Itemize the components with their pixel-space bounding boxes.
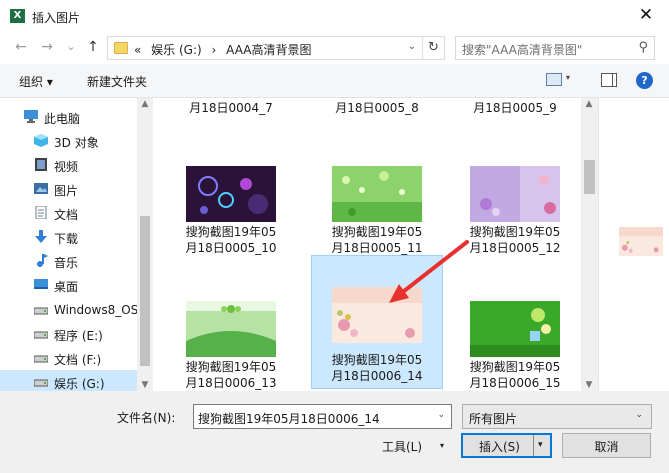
desktop-icon (34, 278, 48, 291)
sidebar-item[interactable]: 文档 (0, 201, 137, 225)
sidebar-item-label: 此电脑 (44, 112, 81, 126)
sidebar-item[interactable]: 桌面 (0, 273, 137, 297)
title-bar: X 插入图片 ✕ (0, 0, 669, 31)
search-icon: ⚲ (638, 40, 648, 55)
search-placeholder: 搜索"AAA高清背景图" (462, 43, 583, 57)
dialog-footer: 文件名(N): 搜狗截图19年05月18日0006_14 ⌄ 所有图片 ⌄ 工具… (0, 391, 669, 473)
cancel-button[interactable]: 取消 (562, 433, 651, 458)
address-dropdown-icon[interactable]: ⌄ (408, 41, 416, 52)
sidebar-item-label: 下载 (54, 232, 79, 246)
chevron-down-icon: ⌄ (66, 40, 76, 53)
back-arrow-icon: ← (15, 39, 27, 55)
up-button[interactable]: ↑ (84, 37, 102, 57)
sidebar-item-label: 桌面 (54, 280, 79, 294)
computer-icon (24, 110, 38, 123)
help-icon[interactable]: ? (636, 72, 653, 89)
up-arrow-icon: ↑ (87, 39, 99, 55)
file-type-value: 所有图片 (469, 412, 518, 426)
organize-button[interactable]: 组织 ▾ (19, 73, 53, 90)
breadcrumb: « 娱乐 (G:) › AAA高清背景图 (134, 41, 317, 58)
drive-icon (33, 351, 49, 364)
insert-button[interactable]: 插入(S) ▾ (461, 433, 552, 458)
chevron-down-icon: ⌄ (635, 410, 643, 420)
tools-dropdown-icon[interactable]: ▾ (440, 441, 444, 450)
scroll-down-icon[interactable]: ▼ (581, 380, 597, 390)
preview-pane (598, 98, 669, 391)
sidebar-item[interactable]: 视频 (0, 153, 137, 177)
drive-icon (33, 375, 49, 388)
drive-icon (33, 303, 49, 316)
cube-3d-icon (34, 134, 48, 147)
file-list-scroll-thumb[interactable] (584, 160, 595, 194)
sidebar-item[interactable]: 娱乐 (G:) (0, 370, 137, 391)
folder-icon (114, 42, 128, 54)
sidebar-item-label: 音乐 (54, 256, 79, 270)
forward-button[interactable]: → (38, 37, 56, 57)
chevron-down-icon[interactable]: ⌄ (437, 410, 445, 420)
annotation-arrow (389, 240, 469, 303)
command-toolbar: 组织 ▾ 新建文件夹 ▾ ? (0, 64, 669, 98)
split-divider (533, 435, 534, 456)
video-icon (34, 158, 48, 171)
new-folder-button[interactable]: 新建文件夹 (87, 73, 147, 90)
search-input[interactable]: 搜索"AAA高清背景图" ⚲ (455, 36, 655, 60)
filename-field[interactable]: 搜狗截图19年05月18日0006_14 ⌄ (193, 404, 452, 429)
breadcrumb-overflow[interactable]: « (134, 43, 141, 57)
filename-value[interactable]: 搜狗截图19年05月18日0006_14 (198, 410, 380, 427)
cancel-label: 取消 (594, 440, 619, 454)
close-icon: ✕ (638, 5, 654, 25)
sidebar-item-label: 程序 (E:) (54, 329, 103, 343)
refresh-button[interactable]: ↻ (422, 37, 444, 59)
window-title: 插入图片 (32, 11, 81, 25)
tools-button[interactable]: 工具(L) (382, 438, 422, 455)
insert-dropdown-icon[interactable]: ▾ (538, 440, 543, 450)
close-button[interactable]: ✕ (623, 0, 669, 31)
sidebar-item-label: 3D 对象 (54, 136, 99, 150)
sidebar-item-label: 文档 (54, 208, 79, 222)
drive-icon (33, 327, 49, 340)
sidebar-item[interactable]: 图片 (0, 177, 137, 201)
sidebar-item[interactable]: 此电脑 (0, 105, 137, 129)
filename-label: 文件名(N): (117, 411, 176, 425)
download-icon (34, 230, 48, 243)
file-list-scrollbar[interactable]: ▲ ▼ (581, 98, 598, 391)
navigation-pane: 此电脑 3D 对象视频图片文档下载音乐桌面 Windows8_OS 程序 (E:) 文档… (0, 98, 153, 391)
preview-pane-icon[interactable] (601, 73, 617, 87)
sidebar-scroll-thumb[interactable] (140, 216, 150, 366)
breadcrumb-folder[interactable]: AAA高清背景图 (226, 43, 311, 57)
music-icon (34, 254, 48, 267)
preview-image (619, 227, 663, 256)
forward-arrow-icon: → (41, 39, 53, 55)
back-button[interactable]: ← (12, 37, 30, 57)
change-view-icon[interactable] (546, 73, 562, 86)
insert-label: 插入(S) (479, 440, 520, 454)
sidebar-item[interactable]: 下载 (0, 225, 137, 249)
file-list: 月18日0004_7 月18日0005_8 月18日0005_9 搜狗截图19年05… (153, 98, 581, 391)
sidebar-item-label: Windows8_OS (54, 303, 139, 317)
sidebar-item-label: 视频 (54, 160, 79, 174)
sidebar-scrollbar[interactable]: ▲ ▼ (137, 98, 153, 391)
recent-locations-button[interactable]: ⌄ (62, 37, 80, 57)
sidebar-item[interactable]: 3D 对象 (0, 129, 137, 153)
sidebar-item[interactable]: Windows8_OS (0, 298, 139, 322)
view-dropdown-icon[interactable]: ▾ (566, 73, 570, 82)
sidebar-item-label: 文档 (F:) (54, 353, 102, 367)
breadcrumb-separator: › (211, 43, 217, 57)
refresh-icon: ↻ (428, 40, 439, 55)
sidebar-item[interactable]: 程序 (E:) (0, 322, 137, 346)
scroll-down-icon[interactable]: ▼ (137, 380, 153, 390)
navigation-bar: ← → ⌄ ↑ « 娱乐 (G:) › AAA高清背景图 ⌄ ↻ 搜索"AAA高… (0, 31, 669, 64)
sidebar-item-label: 娱乐 (G:) (54, 377, 105, 391)
sidebar-item[interactable]: 音乐 (0, 249, 137, 273)
scroll-up-icon[interactable]: ▲ (137, 99, 153, 109)
picture-icon (34, 182, 48, 195)
scroll-up-icon[interactable]: ▲ (581, 99, 597, 109)
file-type-select[interactable]: 所有图片 ⌄ (462, 404, 652, 429)
breadcrumb-drive[interactable]: 娱乐 (G:) (151, 43, 202, 57)
excel-app-icon: X (10, 9, 25, 23)
sidebar-item-label: 图片 (54, 184, 79, 198)
sidebar-item[interactable]: 文档 (F:) (0, 346, 137, 370)
address-bar[interactable]: « 娱乐 (G:) › AAA高清背景图 ⌄ ↻ (107, 36, 445, 60)
document-icon (34, 205, 48, 220)
